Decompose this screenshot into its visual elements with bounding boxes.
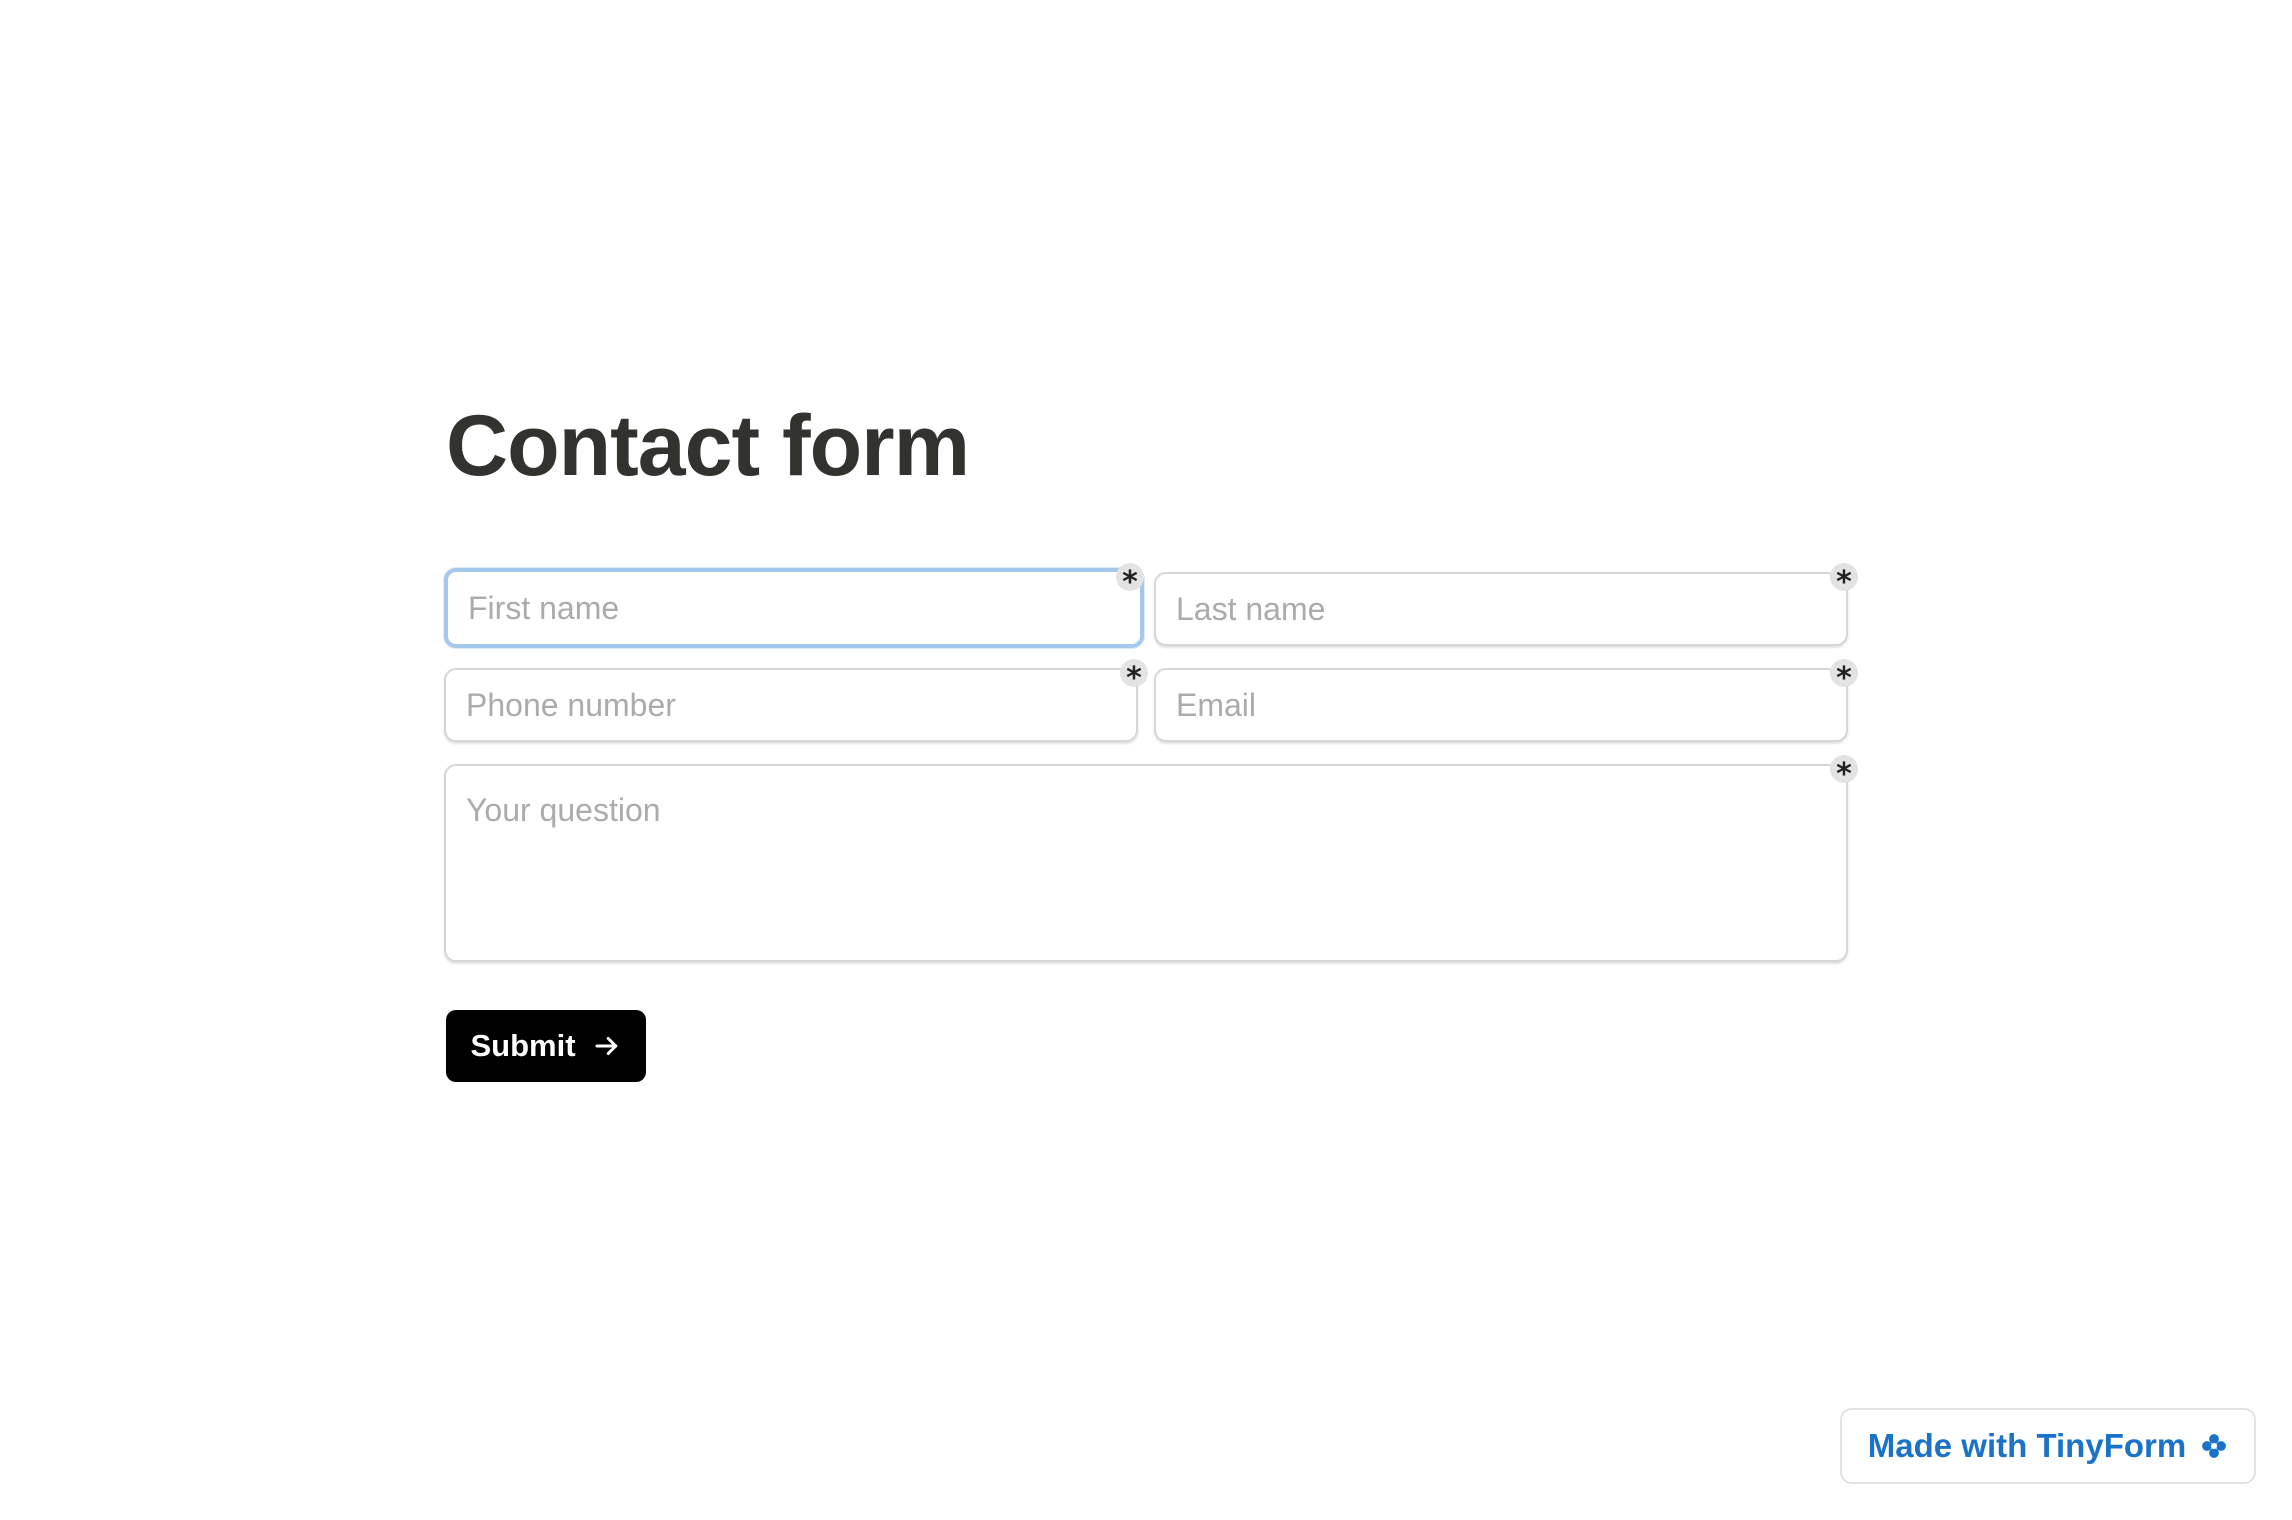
required-indicator-phone: *: [1120, 659, 1148, 687]
page: Contact form * * * * * Submit: [0, 0, 2292, 1520]
required-indicator-last-name: *: [1830, 563, 1858, 591]
phone-number-input[interactable]: [446, 670, 1136, 740]
question-field-wrapper: [444, 764, 1848, 962]
required-indicator-first-name: *: [1116, 563, 1144, 591]
first-name-field-wrapper: [444, 568, 1144, 648]
last-name-input[interactable]: [1156, 574, 1846, 644]
badge-label: Made with TinyForm: [1867, 1427, 2187, 1464]
flower-icon: [2200, 1432, 2228, 1460]
made-with-tinyform-badge[interactable]: Made with TinyForm: [1840, 1408, 2256, 1484]
last-name-field-wrapper: [1154, 572, 1848, 646]
question-textarea[interactable]: [446, 766, 1846, 960]
email-field-wrapper: [1154, 668, 1848, 742]
required-indicator-question: *: [1830, 755, 1858, 783]
first-name-input[interactable]: [448, 572, 1140, 644]
arrow-right-icon: [592, 1031, 622, 1061]
submit-button-label: Submit: [470, 1028, 576, 1063]
submit-button[interactable]: Submit: [446, 1010, 646, 1082]
phone-field-wrapper: [444, 668, 1138, 742]
email-input[interactable]: [1156, 670, 1846, 740]
page-title: Contact form: [446, 398, 970, 494]
required-indicator-email: *: [1830, 659, 1858, 687]
